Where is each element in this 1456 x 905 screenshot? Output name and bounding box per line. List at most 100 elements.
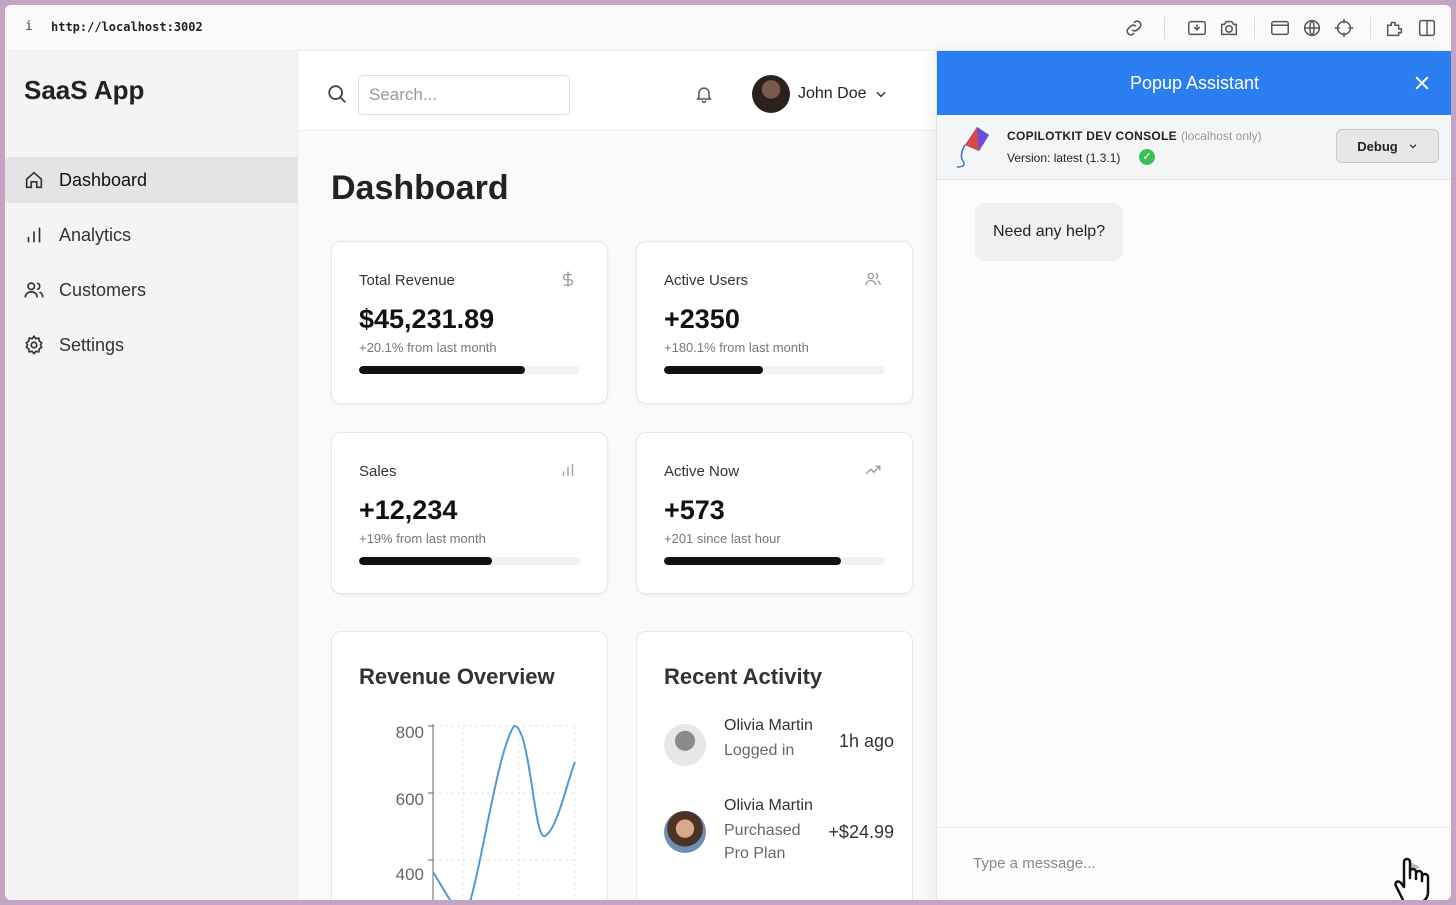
dev-console-name: COPILOTKIT DEV CONSOLE [1007, 129, 1177, 143]
bar-chart-icon [27, 227, 41, 243]
recent-activity-title: Recent Activity [664, 664, 823, 689]
camera-icon[interactable] [1218, 17, 1240, 39]
crosshair-icon[interactable] [1333, 17, 1355, 39]
activity-item: Olivia Martin Purchased Pro Plan +$24.99 [664, 797, 894, 870]
close-icon[interactable] [1412, 73, 1432, 93]
sidebar-item-customers[interactable]: Customers [5, 267, 298, 313]
stat-card-active-users: Active Users +2350 +180.1% from last mon… [636, 241, 913, 404]
popup-assistant: Popup Assistant COPILOTKIT DEV CONSOLE (l… [936, 51, 1451, 900]
top-header: John Doe [298, 51, 936, 131]
dev-console-scope: (localhost only) [1180, 129, 1262, 143]
address-bar[interactable]: http://localhost:3002 [51, 20, 203, 34]
progress-track [664, 557, 885, 565]
stat-label: Total Revenue [359, 272, 455, 289]
toolbar-divider [1164, 17, 1165, 39]
screenshot-icon[interactable] [1186, 17, 1208, 39]
progress-fill [664, 557, 841, 565]
dev-console-bar: COPILOTKIT DEV CONSOLE (localhost only) V… [937, 115, 1451, 180]
user-menu-name[interactable]: John Doe [798, 85, 867, 103]
stat-value: +573 [664, 495, 725, 525]
stat-card-active-now: Active Now +573 +201 since last hour [636, 432, 913, 594]
check-icon: ✓ [1139, 149, 1155, 165]
progress-fill [359, 557, 492, 565]
globe-icon[interactable] [1301, 17, 1323, 39]
message-input-bar [937, 827, 1451, 900]
avatar [664, 811, 706, 853]
sidebar-item-settings[interactable]: Settings [5, 322, 298, 368]
activity-name: Olivia Martin [724, 797, 813, 814]
search-input[interactable] [358, 75, 570, 115]
link-icon[interactable] [1123, 17, 1145, 39]
bell-icon[interactable] [694, 83, 714, 105]
sidebar-item-label: Customers [59, 279, 147, 300]
activity-desc: Purchased Pro Plan [724, 822, 801, 862]
toolbar-divider [1254, 17, 1255, 39]
extensions-icon[interactable] [1384, 17, 1406, 39]
gear-icon [25, 334, 43, 356]
sidebar: SaaS App Dashboard Analytics Customers S… [5, 51, 298, 900]
activity-name: Olivia Martin [724, 717, 813, 734]
avatar[interactable] [752, 75, 790, 113]
activity-item: Olivia Martin Logged in 1h ago [664, 717, 894, 770]
browser-window: i http://localhost:3002 SaaS App Dashboa… [5, 5, 1451, 900]
version-label: Version: latest (1.3.1) [1007, 151, 1121, 165]
progress-track [359, 366, 580, 374]
users-icon [24, 282, 44, 298]
stat-value: +2350 [664, 304, 740, 334]
toolbar-divider [1370, 17, 1371, 39]
message-input[interactable] [973, 848, 1373, 878]
y-tick-label: 800 [396, 723, 424, 742]
chevron-down-icon [1409, 144, 1417, 149]
progress-track [359, 557, 580, 565]
stat-value: $45,231.89 [359, 304, 495, 334]
activity-meta: +$24.99 [828, 822, 894, 842]
info-icon[interactable]: i [25, 19, 33, 34]
sidebar-item-analytics[interactable]: Analytics [5, 212, 298, 258]
page-title: Dashboard [331, 169, 509, 207]
search-icon[interactable] [326, 83, 348, 105]
y-tick-label: 400 [396, 865, 424, 884]
stat-label: Sales [359, 463, 397, 480]
activity-desc: Logged in [724, 742, 795, 759]
activity-meta: 1h ago [838, 731, 894, 751]
stat-value: +12,234 [359, 495, 458, 525]
y-tick-label: 600 [396, 790, 424, 809]
main-content: John Doe Dashboard Total Revenue $45,231… [298, 51, 936, 900]
home-icon [25, 171, 43, 189]
assistant-message: Need any help? [975, 203, 1124, 261]
stat-change: +180.1% from last month [664, 340, 809, 355]
popup-header: Popup Assistant [937, 51, 1451, 115]
progress-fill [359, 366, 525, 374]
sidebar-item-dashboard[interactable]: Dashboard [5, 157, 298, 203]
chevron-down-icon[interactable] [874, 87, 888, 101]
stat-card-sales: Sales +12,234 +19% from last month [331, 432, 608, 594]
sidebar-item-label: Dashboard [59, 169, 148, 190]
kite-logo-icon [956, 127, 989, 168]
sidebar-item-label: Analytics [59, 224, 132, 245]
debug-dropdown-button[interactable]: Debug [1336, 129, 1439, 163]
dollar-icon [562, 271, 574, 287]
stat-change: +19% from last month [359, 531, 486, 546]
split-view-icon[interactable] [1416, 17, 1438, 39]
progress-track [664, 366, 885, 374]
hand-cursor-icon [1394, 857, 1430, 900]
users-icon [865, 272, 881, 286]
trending-up-icon [865, 465, 881, 475]
dev-console-title: COPILOTKIT DEV CONSOLE (localhost only) [1007, 129, 1262, 143]
stat-change: +201 since last hour [664, 531, 781, 546]
revenue-chart: 800 600 400 [396, 723, 577, 900]
browser-toolbar: i http://localhost:3002 [5, 5, 1451, 51]
stat-change: +20.1% from last month [359, 340, 497, 355]
stat-label: Active Users [664, 272, 749, 289]
terminal-icon[interactable] [1269, 17, 1291, 39]
revenue-overview-card: Revenue Overview 800 600 400 [331, 631, 608, 900]
stat-label: Active Now [664, 463, 740, 480]
sidebar-item-label: Settings [59, 334, 125, 355]
recent-activity-card: Recent Activity Olivia Martin Logged in … [636, 631, 913, 900]
stat-card-total-revenue: Total Revenue $45,231.89 +20.1% from las… [331, 241, 608, 404]
debug-label: Debug [1357, 138, 1398, 154]
bar-chart-icon [562, 464, 574, 476]
progress-fill [664, 366, 764, 374]
revenue-line [432, 725, 576, 900]
avatar [664, 724, 706, 766]
